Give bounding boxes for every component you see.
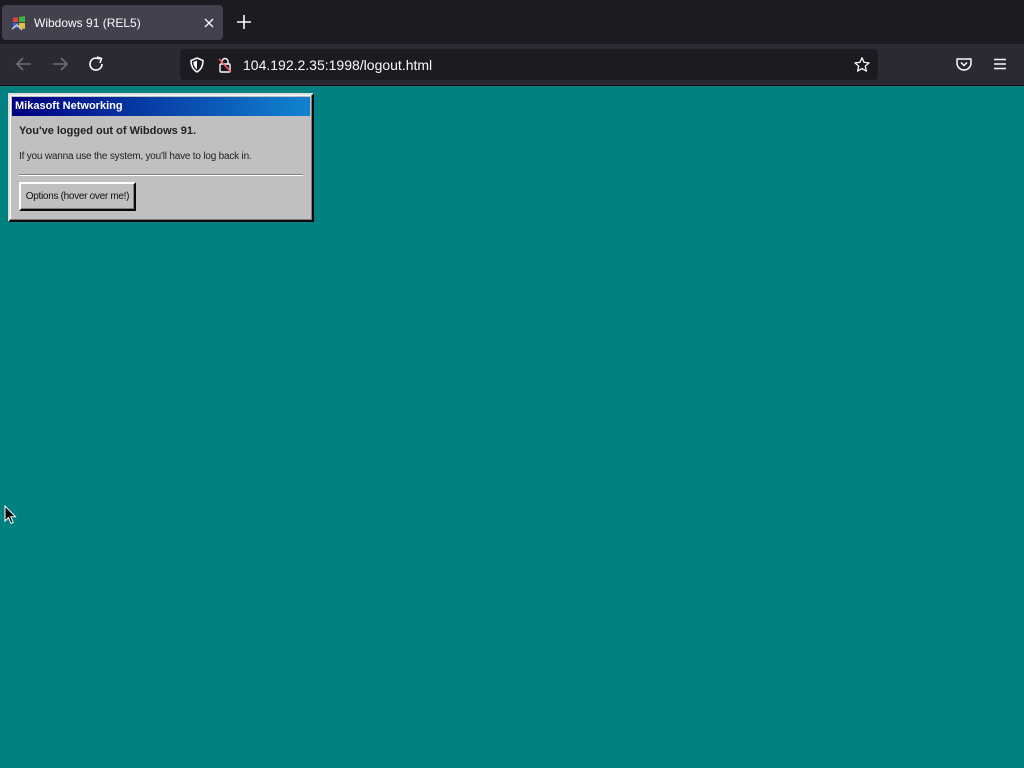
mouse-cursor-icon (4, 505, 17, 525)
browser-navbar: 104.192.2.35:1998/logout.html (0, 44, 1024, 86)
close-tab-icon[interactable] (200, 14, 218, 32)
insecure-lock-icon[interactable] (216, 56, 234, 74)
hamburger-menu-icon[interactable] (990, 54, 1010, 74)
dialog-titlebar[interactable]: Mikasoft Networking (12, 97, 310, 116)
dialog-heading: You've logged out of Wibdows 91. (19, 125, 197, 137)
reload-icon[interactable] (86, 54, 106, 74)
tab-title: Wibdows 91 (REL5) (34, 16, 141, 30)
url-text: 104.192.2.35:1998/logout.html (243, 57, 433, 73)
wibdows-logo-icon (11, 16, 25, 31)
logout-dialog: Mikasoft Networking You've logged out of… (8, 93, 314, 222)
arrow-left-icon[interactable] (14, 54, 34, 74)
url-bar[interactable]: 104.192.2.35:1998/logout.html (180, 49, 878, 80)
plus-icon[interactable] (234, 12, 254, 32)
star-icon[interactable] (853, 56, 871, 74)
dialog-title: Mikasoft Networking (15, 100, 123, 112)
dialog-separator (19, 174, 303, 176)
browser-tab[interactable]: Wibdows 91 (REL5) (2, 5, 223, 40)
dialog-message: If you wanna use the system, you'll have… (19, 151, 252, 162)
pocket-icon[interactable] (954, 54, 974, 74)
browser-tabstrip: Wibdows 91 (REL5) (0, 0, 1024, 44)
arrow-right-icon[interactable] (50, 54, 70, 74)
options-button[interactable]: Options (hover over me!) (19, 182, 136, 211)
shield-icon[interactable] (188, 56, 206, 74)
